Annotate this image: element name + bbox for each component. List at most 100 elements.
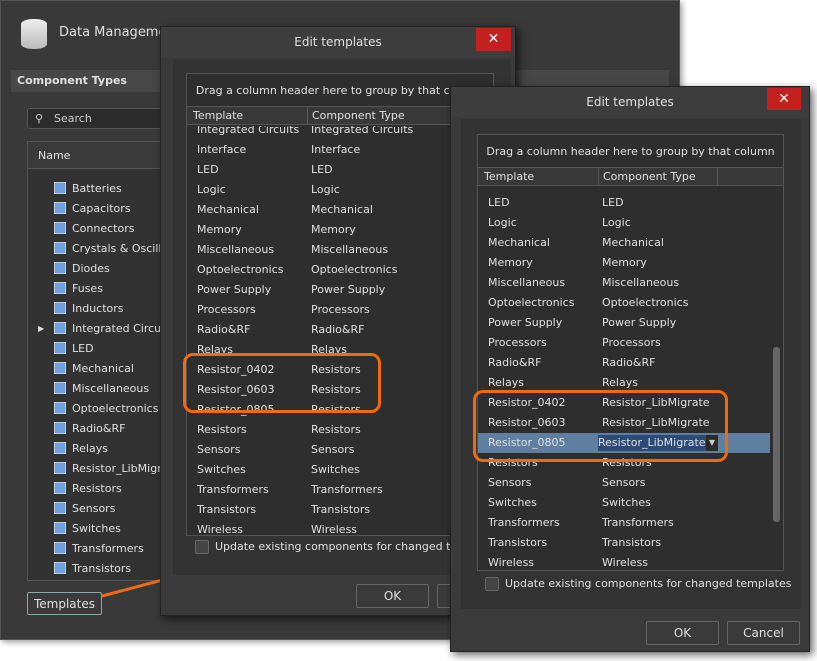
ok-button[interactable]: OK xyxy=(646,621,719,645)
table-row[interactable]: Mechanical Mechanical xyxy=(187,200,493,220)
tree-item[interactable]: Fuses xyxy=(54,279,103,299)
table-row[interactable]: LED LED xyxy=(478,193,770,213)
database-icon xyxy=(21,19,47,49)
edit-templates-dialog-2: Edit templates ✕ Drag a column header he… xyxy=(450,86,810,652)
table-row[interactable]: LED LED xyxy=(187,160,493,180)
group-by-area[interactable]: Drag a column header here to group by th… xyxy=(187,74,493,107)
cell-component-type: Transformers xyxy=(311,483,383,496)
column-header-template[interactable]: Template xyxy=(193,109,243,122)
cell-component-type: Radio&RF xyxy=(311,323,365,336)
tree-item[interactable]: Mechanical xyxy=(54,359,134,379)
cell-component-type: Power Supply xyxy=(311,283,386,296)
tree-item[interactable]: Optoelectronics xyxy=(54,399,158,419)
table-row[interactable]: Switches Switches xyxy=(187,460,493,480)
tree-item-label: Relays xyxy=(72,442,108,455)
table-row[interactable]: Wireless Wireless xyxy=(187,520,493,535)
table-row[interactable]: Radio&RF Radio&RF xyxy=(478,353,770,373)
tree-item-label: LED xyxy=(72,342,94,355)
cell-template: Switches xyxy=(488,496,537,509)
cell-component-type: Wireless xyxy=(311,523,358,535)
cell-template: LED xyxy=(197,163,219,176)
component-type-icon xyxy=(54,322,66,334)
table-row[interactable]: Optoelectronics Optoelectronics xyxy=(187,260,493,280)
table-row[interactable]: Processors Processors xyxy=(187,300,493,320)
cell-component-type: Transistors xyxy=(311,503,371,516)
cell-component-type: Miscellaneous xyxy=(602,276,680,289)
table-row[interactable]: Integrated Circuits Integrated Circuits xyxy=(187,126,493,140)
tree-item[interactable]: ▶ Integrated Circuits xyxy=(38,319,174,339)
table-row[interactable]: Processors Processors xyxy=(478,333,770,353)
table-row[interactable]: Transformers Transformers xyxy=(187,480,493,500)
update-checkbox[interactable] xyxy=(485,577,499,591)
column-headers: Template Component Type xyxy=(478,168,783,186)
close-button[interactable]: ✕ xyxy=(767,88,801,110)
cell-component-type: Sensors xyxy=(602,476,646,489)
cell-template: Radio&RF xyxy=(488,356,542,369)
column-header-component-type[interactable]: Component Type xyxy=(307,107,405,124)
cell-template: Radio&RF xyxy=(197,323,251,336)
tree-item[interactable]: Sensors xyxy=(54,499,115,519)
table-row[interactable]: Logic Logic xyxy=(478,213,770,233)
tree-item[interactable]: Batteries xyxy=(54,179,122,199)
expand-arrow-icon[interactable]: ▶ xyxy=(38,319,44,339)
table-row[interactable]: Memory Memory xyxy=(478,253,770,273)
update-checkbox[interactable] xyxy=(195,540,209,554)
table-row[interactable]: Memory Memory xyxy=(187,220,493,240)
templates-grid[interactable]: Drag a column header here to group by th… xyxy=(186,73,494,536)
cell-component-type: Switches xyxy=(311,463,360,476)
table-row[interactable]: Wireless Wireless xyxy=(478,553,770,570)
table-row[interactable]: Sensors Sensors xyxy=(478,473,770,493)
column-header-template[interactable]: Template xyxy=(484,170,534,183)
table-row[interactable]: Transformers Transformers xyxy=(478,513,770,533)
cell-component-type: Integrated Circuits xyxy=(311,126,414,136)
tree-item[interactable]: Relays xyxy=(54,439,108,459)
component-type-icon xyxy=(54,342,66,354)
tree-item-label: Mechanical xyxy=(72,362,134,375)
cancel-button[interactable]: Cancel xyxy=(727,621,800,645)
templates-grid[interactable]: Drag a column header here to group by th… xyxy=(477,134,784,571)
table-row[interactable]: Radio&RF Radio&RF xyxy=(187,320,493,340)
scrollbar-thumb[interactable] xyxy=(773,347,780,522)
tree-item-label: Resistors xyxy=(72,482,122,495)
table-row[interactable]: Mechanical Mechanical xyxy=(478,233,770,253)
cell-component-type: Processors xyxy=(602,336,661,349)
column-header-component-type[interactable]: Component Type xyxy=(598,168,718,185)
table-row[interactable]: Logic Logic xyxy=(187,180,493,200)
tree-item[interactable]: Transformers xyxy=(54,539,144,559)
group-by-area[interactable]: Drag a column header here to group by th… xyxy=(478,135,783,168)
ok-button[interactable]: OK xyxy=(356,584,429,608)
cell-component-type: Transistors xyxy=(602,536,662,549)
tree-item[interactable]: Resistors xyxy=(54,479,122,499)
tree-item-label: Radio&RF xyxy=(72,422,126,435)
table-row[interactable]: Transistors Transistors xyxy=(478,533,770,553)
table-row[interactable]: Power Supply Power Supply xyxy=(187,280,493,300)
table-row[interactable]: Switches Switches xyxy=(478,493,770,513)
table-row[interactable]: Resistors Resistors xyxy=(187,420,493,440)
table-row[interactable]: Optoelectronics Optoelectronics xyxy=(478,293,770,313)
tree-item[interactable]: Radio&RF xyxy=(54,419,125,439)
tree-item[interactable]: LED xyxy=(54,339,94,359)
table-row[interactable]: Interface Interface xyxy=(187,140,493,160)
tree-item[interactable]: Switches xyxy=(54,519,121,539)
column-header-name[interactable]: Name xyxy=(28,142,166,169)
tree-item[interactable]: Inductors xyxy=(54,299,124,319)
table-row[interactable]: Transistors Transistors xyxy=(187,500,493,520)
tree-item[interactable]: Connectors xyxy=(54,219,134,239)
tree-item[interactable]: Capacitors xyxy=(54,199,131,219)
component-tree[interactable]: Name Batteries Capacitors Connectors Crysta… xyxy=(27,141,190,581)
dialog-title: Edit templates xyxy=(451,87,809,117)
search-input[interactable]: ⚲ Search xyxy=(27,108,167,129)
table-row[interactable]: Miscellaneous Miscellaneous xyxy=(187,240,493,260)
table-row[interactable]: Sensors Sensors xyxy=(187,440,493,460)
component-type-icon xyxy=(54,462,66,474)
cell-component-type: Logic xyxy=(311,183,340,196)
close-button[interactable]: ✕ xyxy=(476,28,511,51)
tree-item[interactable]: Diodes xyxy=(54,259,110,279)
tree-item[interactable]: Miscellaneous xyxy=(54,379,149,399)
tree-item-label: Batteries xyxy=(72,182,122,195)
cell-template: Transistors xyxy=(488,536,548,549)
cell-template: Transformers xyxy=(488,516,560,529)
table-row[interactable]: Power Supply Power Supply xyxy=(478,313,770,333)
table-row[interactable]: Miscellaneous Miscellaneous xyxy=(478,273,770,293)
cell-template: Transistors xyxy=(197,503,257,516)
